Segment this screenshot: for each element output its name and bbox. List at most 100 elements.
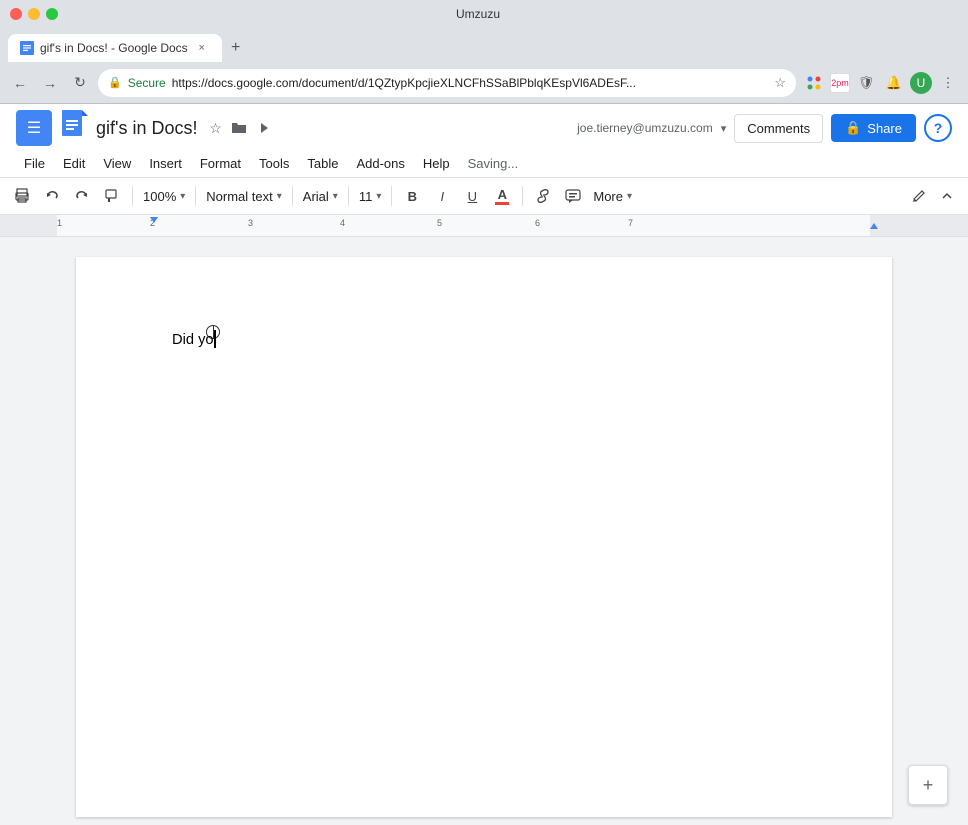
file-menu[interactable]: File [16, 152, 53, 175]
help-button[interactable]: ? [924, 114, 952, 142]
document-area[interactable]: Did yo [0, 237, 968, 825]
traffic-lights [10, 8, 58, 20]
font-size-selector[interactable]: 11 ▾ [355, 182, 386, 210]
more-selector[interactable]: More ▾ [589, 182, 636, 210]
hamburger-icon: ☰ [27, 118, 41, 138]
notifications-icon[interactable]: 🔔 [882, 71, 906, 95]
insert-comment-button[interactable] [559, 182, 587, 210]
redo-icon [74, 188, 90, 204]
print-icon [14, 188, 30, 204]
bookmark-icon[interactable]: ☆ [774, 75, 786, 91]
insert-menu[interactable]: Insert [141, 152, 190, 175]
zoom-value: 100% [143, 189, 176, 204]
saving-indicator: Saving... [468, 156, 519, 171]
paint-icon [104, 188, 120, 204]
calendar-extension-icon[interactable]: 2pm [830, 73, 850, 93]
url-text: https://docs.google.com/document/d/1QZty… [172, 76, 769, 90]
google-apps-icon[interactable] [802, 71, 826, 95]
docs-title-area: ☰ gif's in Docs! ☆ [16, 110, 273, 146]
window-title: Umzuzu [456, 7, 500, 21]
font-size-chevron: ▾ [376, 191, 381, 202]
redo-button[interactable] [68, 182, 96, 210]
folder-icon[interactable] [229, 118, 249, 138]
collapse-toolbar-button[interactable] [934, 182, 960, 210]
more-chevron: ▾ [627, 191, 632, 202]
docs-header: ☰ gif's in Docs! ☆ [0, 104, 968, 178]
text-color-button[interactable]: A [488, 182, 516, 210]
undo-button[interactable] [38, 182, 66, 210]
active-tab[interactable]: gif's in Docs! - Google Docs × [8, 34, 222, 62]
comment-icon [565, 189, 581, 203]
fab-button[interactable]: + [908, 765, 948, 805]
view-menu[interactable]: View [95, 152, 139, 175]
browser-extension-area: 2pm 🛡 🔔 U ⋮ [802, 71, 960, 95]
ruler-mark-6: 7 [628, 218, 633, 228]
maximize-window-button[interactable] [46, 8, 58, 20]
address-bar[interactable]: 🔒 Secure https://docs.google.com/documen… [98, 69, 796, 97]
avatar-icon[interactable]: U [910, 72, 932, 94]
comments-button[interactable]: Comments [734, 114, 823, 143]
secure-icon: 🔒 [108, 76, 122, 89]
titlebar: Umzuzu [0, 0, 968, 28]
tools-menu[interactable]: Tools [251, 152, 297, 175]
left-indent-marker[interactable] [150, 217, 158, 223]
zoom-selector[interactable]: 100% ▾ [139, 182, 189, 210]
italic-button[interactable]: I [428, 182, 456, 210]
browser-chrome: ← → ↻ 🔒 Secure https://docs.google.com/d… [0, 62, 968, 104]
docs-menu-icon[interactable]: ☰ [16, 110, 52, 146]
zoom-chevron: ▾ [180, 191, 185, 202]
insert-link-button[interactable] [529, 182, 557, 210]
shield-extension-icon[interactable]: 🛡 [854, 71, 878, 95]
ruler-mark-3: 4 [340, 218, 345, 228]
toolbar-divider-5 [391, 186, 392, 206]
toolbar-divider-2 [195, 186, 196, 206]
secure-text: Secure [128, 76, 166, 90]
table-menu[interactable]: Table [299, 152, 346, 175]
format-menu[interactable]: Format [192, 152, 249, 175]
link-icon [535, 189, 551, 203]
refresh-button[interactable]: ↻ [68, 71, 92, 95]
share-button[interactable]: 🔒 Share [831, 114, 916, 142]
document-page: Did yo [76, 257, 892, 817]
forward-button[interactable]: → [38, 71, 62, 95]
move-icon[interactable] [253, 118, 273, 138]
minimize-window-button[interactable] [28, 8, 40, 20]
new-tab-button[interactable]: + [222, 34, 250, 62]
docs-header-right: joe.tierney@umzuzu.com ▾ Comments 🔒 Shar… [577, 114, 952, 143]
toolbar-divider-6 [522, 186, 523, 206]
docs-favicon [20, 41, 34, 55]
toolbar-divider-3 [292, 186, 293, 206]
tab-title: gif's in Docs! - Google Docs [40, 41, 188, 55]
style-selector[interactable]: Normal text ▾ [202, 182, 286, 210]
right-indent-marker[interactable] [870, 223, 878, 229]
underline-button[interactable]: U [458, 182, 486, 210]
paint-format-button[interactable] [98, 182, 126, 210]
docs-menubar: File Edit View Insert Format Tools Table… [16, 150, 952, 177]
docs-toolbar: 100% ▾ Normal text ▾ Arial ▾ 11 ▾ B I U … [0, 178, 968, 215]
user-dropdown-icon[interactable]: ▾ [721, 122, 727, 135]
document-content: Did yo [172, 332, 214, 348]
editing-mode-button[interactable] [906, 182, 932, 210]
star-icon[interactable]: ☆ [205, 118, 225, 138]
addons-menu[interactable]: Add-ons [348, 152, 412, 175]
bold-button[interactable]: B [398, 182, 426, 210]
tab-close-button[interactable]: × [194, 40, 210, 56]
ruler-mark-0: 1 [57, 218, 62, 228]
close-window-button[interactable] [10, 8, 22, 20]
font-size-value: 11 [359, 189, 373, 204]
font-selector[interactable]: Arial ▾ [299, 182, 342, 210]
toolbar-divider-4 [348, 186, 349, 206]
docs-title: gif's in Docs! [96, 118, 197, 139]
print-button[interactable] [8, 182, 36, 210]
style-chevron: ▾ [277, 191, 282, 202]
more-options-icon[interactable]: ⋮ [936, 71, 960, 95]
ruler: 1 2 3 4 5 6 7 [0, 215, 968, 237]
ruler-mark-4: 5 [437, 218, 442, 228]
docs-title-actions: ☆ [205, 118, 273, 138]
help-menu[interactable]: Help [415, 152, 458, 175]
back-button[interactable]: ← [8, 71, 32, 95]
text-caret [214, 330, 216, 348]
document-text[interactable]: Did yo [172, 329, 796, 351]
edit-menu[interactable]: Edit [55, 152, 93, 175]
more-label: More [593, 189, 623, 204]
